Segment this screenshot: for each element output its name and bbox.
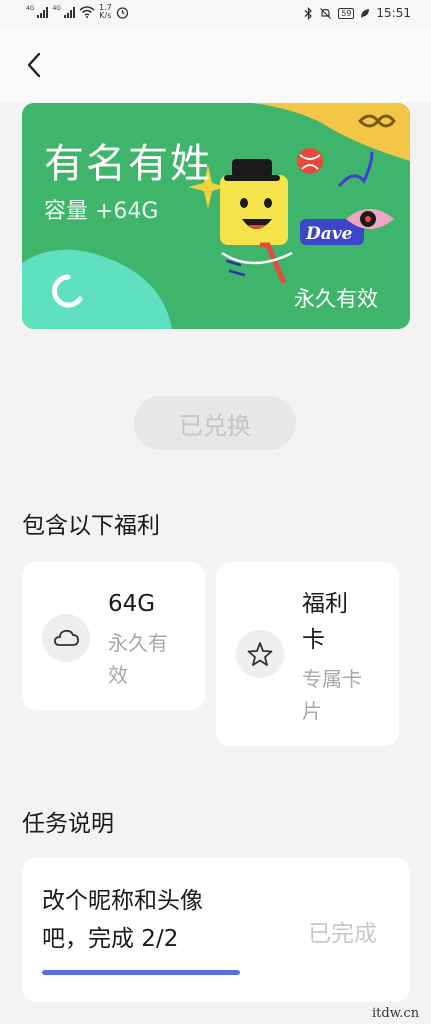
status-bar: 4G 4G 1.7 K/s 59 15:51 [0, 0, 431, 28]
card-capacity: 容量 +64G [44, 199, 159, 224]
benefit-desc-line1: 专属卡 [302, 667, 362, 691]
clock: 15:51 [376, 6, 411, 20]
name-card: Dave 有名有姓 容量 +64G 永久有效 [22, 103, 410, 329]
corner-yellow-shape [252, 103, 410, 161]
status-left: 4G 4G 1.7 K/s [26, 4, 129, 20]
benefits-heading: 包含以下福利 [22, 513, 160, 539]
speed-unit: K/s [99, 11, 112, 20]
task-text-line1: 改个昵称和头像 [42, 888, 203, 914]
mute-icon [320, 7, 332, 19]
task-status: 已完成 [308, 921, 377, 947]
corner-teal-shape [22, 249, 172, 329]
mascot-tie [260, 242, 287, 284]
signal-icon [37, 6, 49, 18]
task-progress-fill [42, 970, 240, 975]
back-arrow-icon [27, 52, 41, 78]
benefit-desc-line2: 片 [302, 699, 322, 723]
benefit-title-line1: 福利 [302, 591, 348, 617]
task-card: 改个昵称和头像 吧，完成 2/2 已完成 [22, 858, 410, 1002]
header-bar [0, 28, 431, 102]
mascot-head [220, 175, 288, 245]
network-speed: 1.7 K/s [99, 4, 112, 20]
benefit-title-line2: 卡 [302, 627, 325, 653]
bluetooth-icon [304, 6, 313, 20]
benefit-title: 64G [108, 591, 156, 617]
benefit-card-storage[interactable]: 64G 永久有 效 [22, 562, 205, 710]
star-icon [236, 630, 284, 678]
cloud-icon [42, 614, 90, 662]
back-button[interactable] [22, 50, 48, 80]
battery-indicator: 59 [338, 7, 355, 19]
watermark: itdw.cn [372, 1006, 420, 1021]
benefit-desc-line2: 效 [108, 663, 128, 687]
sim2-label: 4G [52, 4, 61, 12]
redeemed-button[interactable]: 已兑换 [134, 396, 296, 450]
status-right: 59 15:51 [304, 6, 411, 20]
card-validity: 永久有效 [294, 287, 378, 311]
benefit-desc-line1: 永久有 [108, 631, 168, 655]
leaf-icon [361, 8, 370, 18]
task-progress-bar [42, 970, 240, 975]
benefit-card-welfare[interactable]: 福利 卡 专属卡 片 [216, 562, 399, 746]
task-text-line2: 吧，完成 2/2 [42, 926, 179, 952]
wifi-icon [79, 6, 95, 18]
task-description: 改个昵称和头像 吧，完成 2/2 [42, 882, 262, 958]
card-title: 有名有姓 [44, 141, 212, 187]
alarm-icon [116, 6, 128, 19]
signal-icon-2 [63, 6, 75, 18]
ball-icon [297, 148, 323, 174]
dave-tag-text: Dave [305, 224, 353, 244]
top-hat [232, 159, 272, 177]
task-heading: 任务说明 [22, 811, 114, 837]
sim1-label: 4G [26, 4, 35, 12]
